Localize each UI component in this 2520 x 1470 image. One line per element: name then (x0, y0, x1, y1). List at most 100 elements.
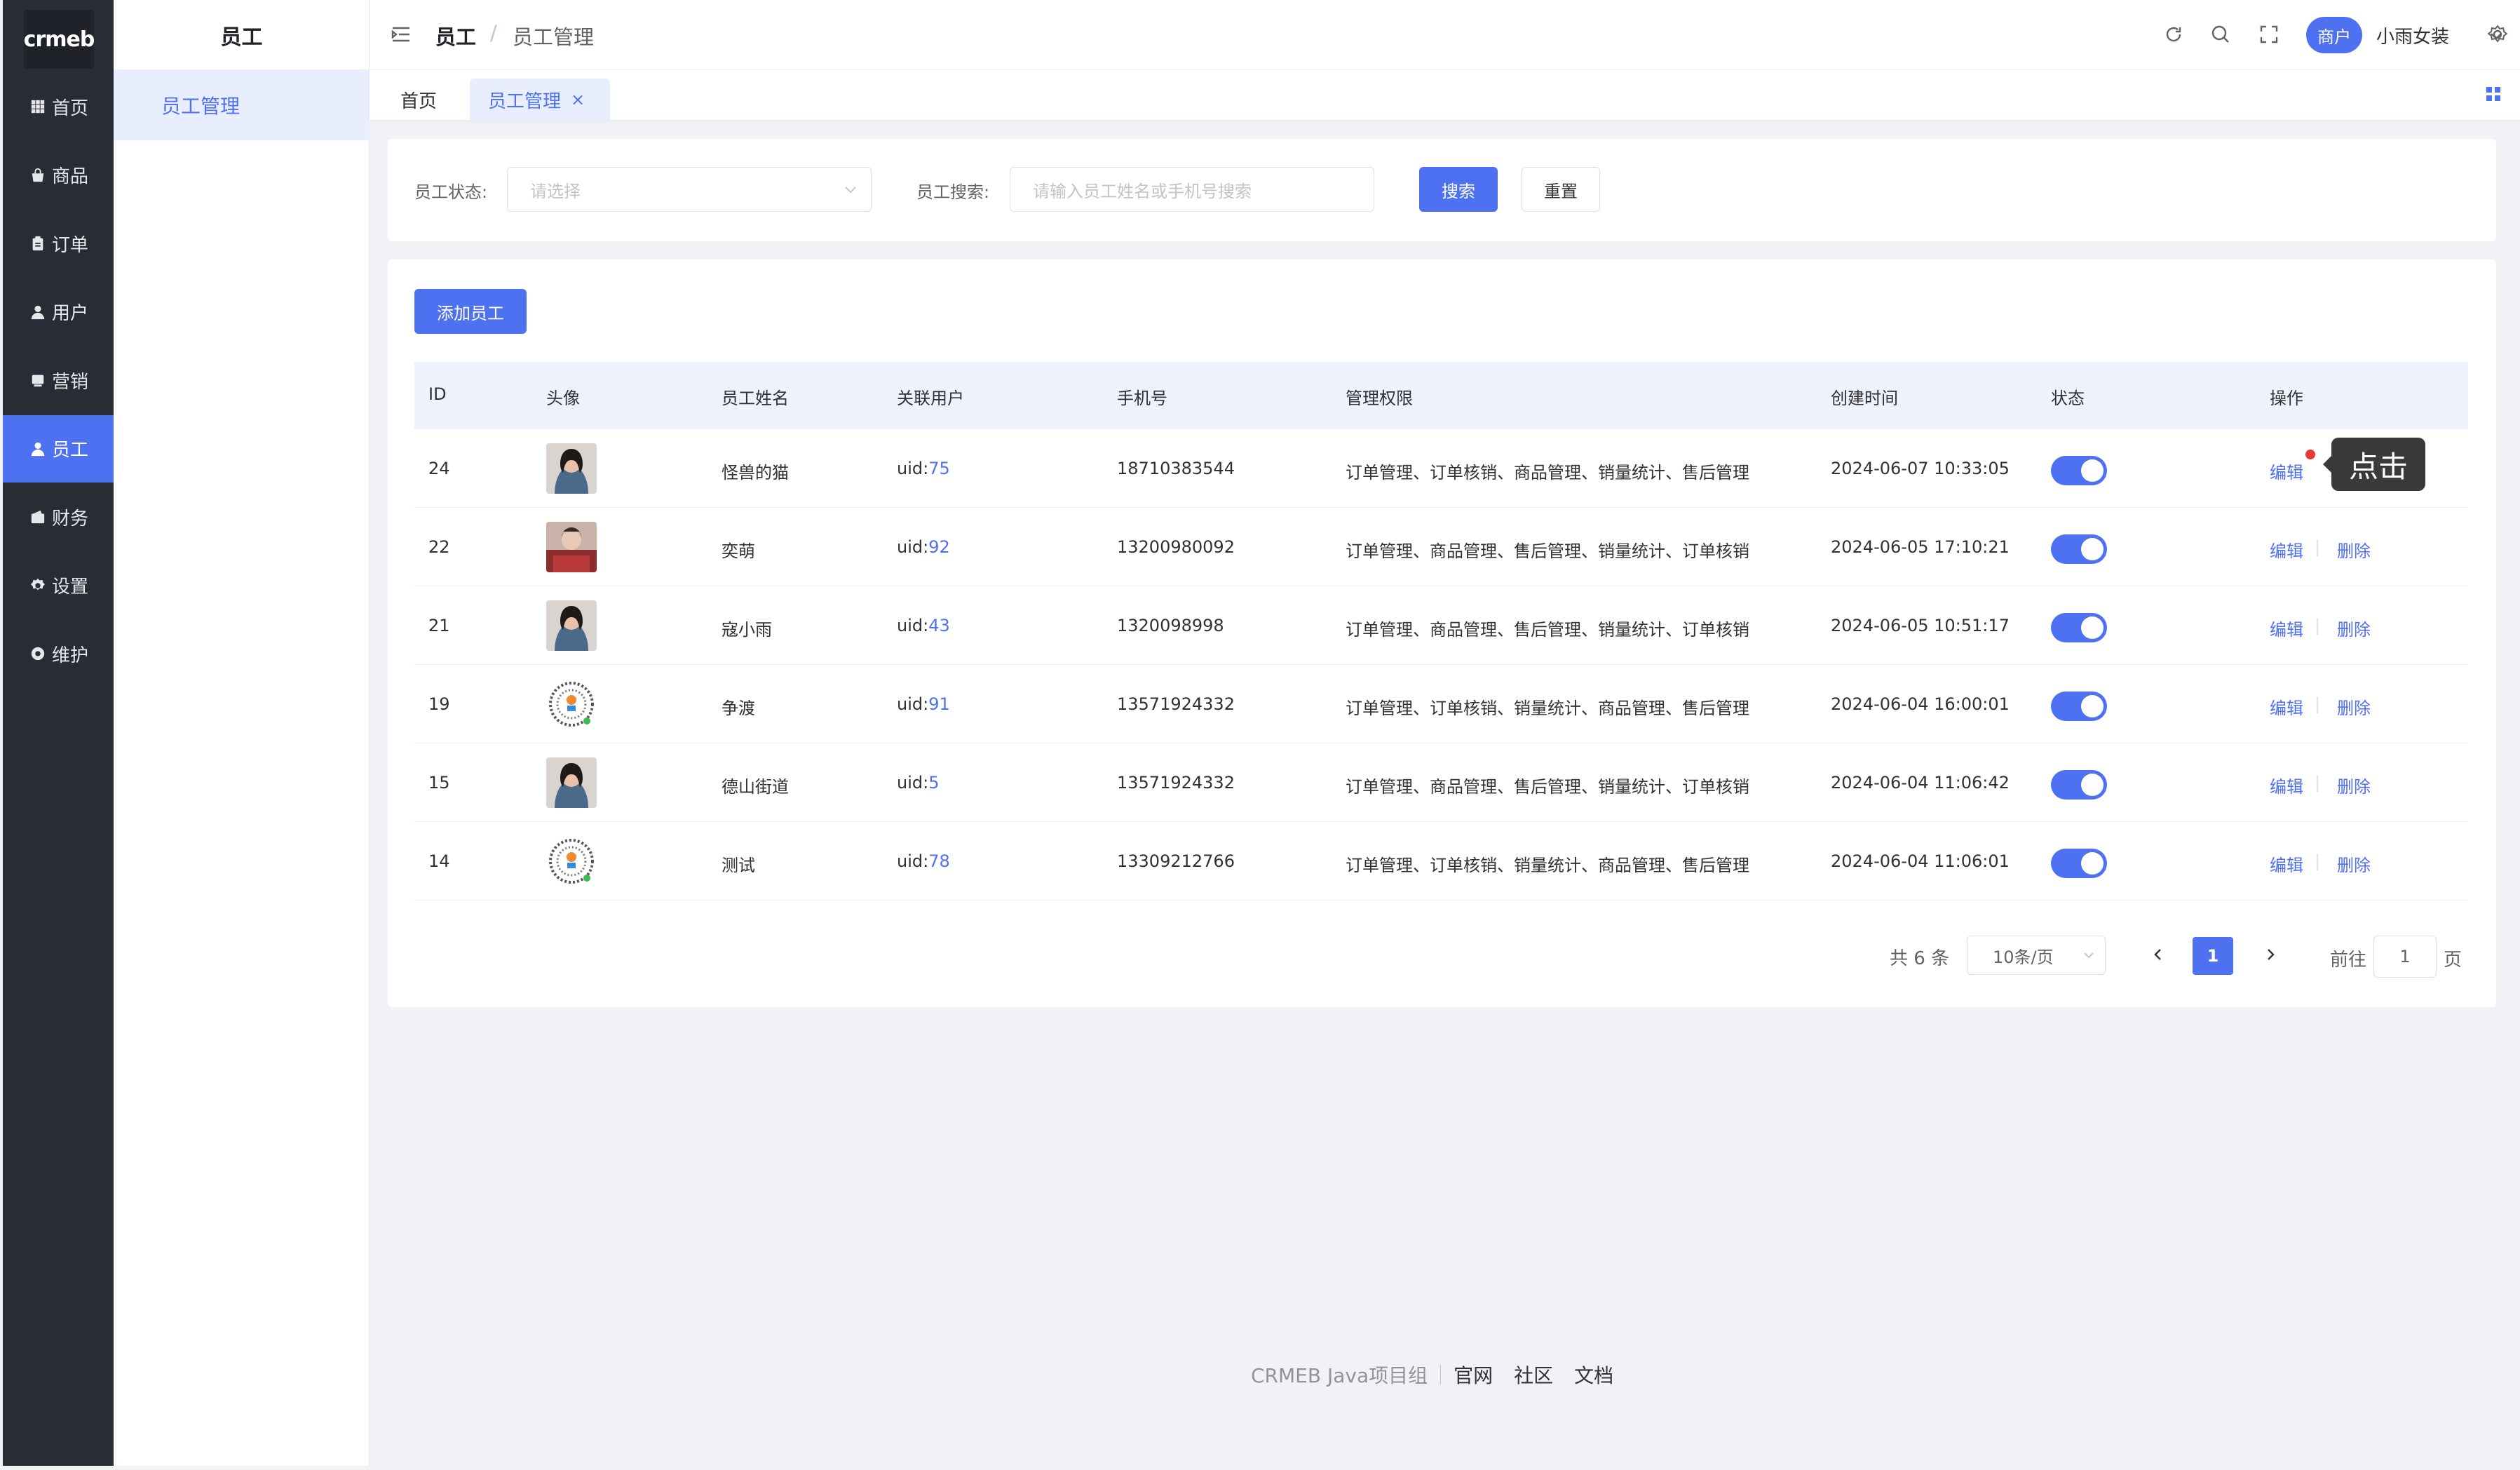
delete-button[interactable]: 删除 (2337, 616, 2371, 640)
user-icon (29, 440, 46, 457)
sidebar-item-5[interactable]: 员工 (3, 414, 114, 483)
pagination-page-suffix: 页 (2444, 950, 2463, 971)
edit-button[interactable]: 编辑 (2270, 773, 2303, 797)
pagination-current-page[interactable]: 1 (2193, 937, 2233, 975)
pagination-goto-label: 前往 (2330, 950, 2367, 971)
uid-link[interactable]: 92 (928, 537, 950, 557)
action-separator: | (2315, 851, 2321, 871)
status-toggle[interactable] (2051, 770, 2107, 800)
fullscreen-icon[interactable] (2258, 24, 2279, 45)
cell-phone: 13309212766 (1117, 851, 1235, 871)
reset-button[interactable]: 重置 (1522, 167, 1600, 212)
sidebar-item-label: 用户 (52, 303, 89, 324)
uid-link[interactable]: 43 (928, 616, 950, 635)
prev-page-icon[interactable] (2148, 944, 2169, 965)
avatar (546, 679, 597, 729)
toggle-knob (2081, 852, 2104, 875)
sidebar-item-1[interactable]: 商品 (3, 142, 114, 209)
table-row: 15 德山街道 uid:5 13571924332 订单管理、商品管理、售后管理、销量统… (414, 743, 2468, 822)
status-toggle[interactable] (2051, 692, 2107, 721)
tab-home[interactable]: 首页 (379, 79, 458, 121)
footer-divider (1440, 1365, 1442, 1384)
table-header-cell: 创建时间 (1831, 389, 1898, 408)
logo[interactable]: crmeb (23, 10, 95, 69)
cell-permissions: 订单管理、商品管理、售后管理、销量统计、订单核销 (1346, 777, 1749, 797)
edit-button[interactable]: 编辑 (2270, 537, 2303, 562)
sidebar-item-8[interactable]: 维护 (3, 620, 114, 687)
cell-name: 奕萌 (722, 541, 755, 561)
close-icon[interactable]: × (571, 90, 585, 109)
sidebar-item-label: 首页 (52, 97, 89, 119)
delete-button[interactable]: 删除 (2337, 537, 2371, 562)
status-toggle[interactable] (2051, 849, 2107, 878)
sidebar-item-0[interactable]: 首页 (3, 73, 114, 140)
sidebar-item-2[interactable]: 订单 (3, 210, 114, 277)
cell-created-time: 2024-06-04 16:00:01 (1831, 694, 2010, 714)
action-separator: | (2315, 537, 2321, 557)
delete-button[interactable]: 删除 (2337, 851, 2371, 876)
keyword-label: 员工搜索: (916, 182, 990, 202)
breadcrumb-staff[interactable]: 员工 (435, 21, 476, 50)
cell-created-time: 2024-06-05 17:10:21 (1831, 537, 2010, 557)
uid-prefix: uid: (897, 694, 929, 714)
wallet-icon (29, 508, 46, 525)
sidebar-item-7[interactable]: 设置 (3, 552, 114, 619)
uid-prefix: uid: (897, 537, 929, 557)
page-size-select[interactable]: 10条/页 (1967, 936, 2106, 975)
footer-link-website[interactable]: 官网 (1454, 1361, 1493, 1389)
settings-icon[interactable] (2487, 24, 2508, 45)
search-button[interactable]: 搜索 (1419, 167, 1498, 212)
cell-permissions: 订单管理、订单核销、销量统计、商品管理、售后管理 (1346, 699, 1749, 718)
sidebar-item-4[interactable]: 营销 (3, 346, 114, 414)
status-select[interactable]: 请选择 (507, 167, 872, 212)
uid-link[interactable]: 75 (928, 459, 950, 478)
table-row: 22 奕萌 uid:92 13200980092 订单管理、商品管理、售后管理、销量统计… (414, 508, 2468, 586)
logo-text: crmeb (23, 27, 95, 52)
edit-button[interactable]: 编辑 (2270, 851, 2303, 876)
search-icon[interactable] (2210, 24, 2231, 45)
uid-link[interactable]: 91 (928, 694, 950, 714)
sidebar-item-3[interactable]: 用户 (3, 278, 114, 346)
menu-fold-icon[interactable] (391, 24, 412, 45)
edit-button[interactable]: 编辑 (2270, 616, 2303, 640)
grid-icon[interactable] (2485, 86, 2502, 102)
cell-linked-user: uid:91 (897, 694, 950, 714)
keyword-input[interactable]: 请输入员工姓名或手机号搜索 (1010, 167, 1374, 212)
tab-staff-management[interactable]: 员工管理 × (470, 79, 610, 121)
uid-link[interactable]: 5 (928, 773, 939, 793)
store-name-dropdown[interactable]: 小雨女装 (2376, 22, 2449, 48)
footer: CRMEB Java项目组 官网 社区 文档 (1251, 1361, 1634, 1389)
cell-phone: 1320098998 (1117, 616, 1224, 635)
submenu-title: 员工 (114, 0, 370, 70)
status-placeholder: 请选择 (530, 181, 581, 201)
sidebar-item-label: 维护 (52, 645, 89, 666)
submenu-item-staff-management[interactable]: 员工管理 (114, 70, 370, 140)
edit-button[interactable]: 编辑 (2270, 694, 2303, 719)
table-header-cell: 员工姓名 (722, 389, 789, 408)
table-row: 14 测试 uid:78 13309212766 订单管理、订单核销、销量统计、商品管理… (414, 822, 2468, 901)
next-page-icon[interactable] (2260, 944, 2281, 965)
uid-prefix: uid: (897, 773, 929, 793)
clipboard-icon (29, 235, 46, 252)
edit-button[interactable]: 编辑 (2270, 459, 2303, 483)
cell-permissions: 订单管理、订单核销、销量统计、商品管理、售后管理 (1346, 856, 1749, 875)
avatar (546, 757, 597, 808)
pagination-goto-input[interactable]: 1 (2373, 936, 2437, 978)
footer-link-docs[interactable]: 文档 (1574, 1361, 1613, 1389)
footer-link-community[interactable]: 社区 (1514, 1361, 1553, 1389)
uid-prefix: uid: (897, 616, 929, 635)
status-toggle[interactable] (2051, 456, 2107, 485)
delete-button[interactable]: 删除 (2337, 773, 2371, 797)
add-staff-button[interactable]: 添加员工 (414, 289, 527, 334)
refresh-icon[interactable] (2163, 24, 2184, 45)
settings-icon (29, 645, 46, 662)
sidebar-item-6[interactable]: 财务 (3, 483, 114, 551)
status-toggle[interactable] (2051, 534, 2107, 564)
tab-staff-label: 员工管理 (488, 90, 562, 112)
uid-link[interactable]: 78 (928, 851, 950, 871)
delete-button[interactable]: 删除 (2337, 694, 2371, 719)
cell-id: 22 (428, 537, 450, 557)
sidebar-item-label: 员工 (52, 440, 89, 461)
page-size-label: 10条/页 (1993, 947, 2054, 967)
status-toggle[interactable] (2051, 613, 2107, 642)
